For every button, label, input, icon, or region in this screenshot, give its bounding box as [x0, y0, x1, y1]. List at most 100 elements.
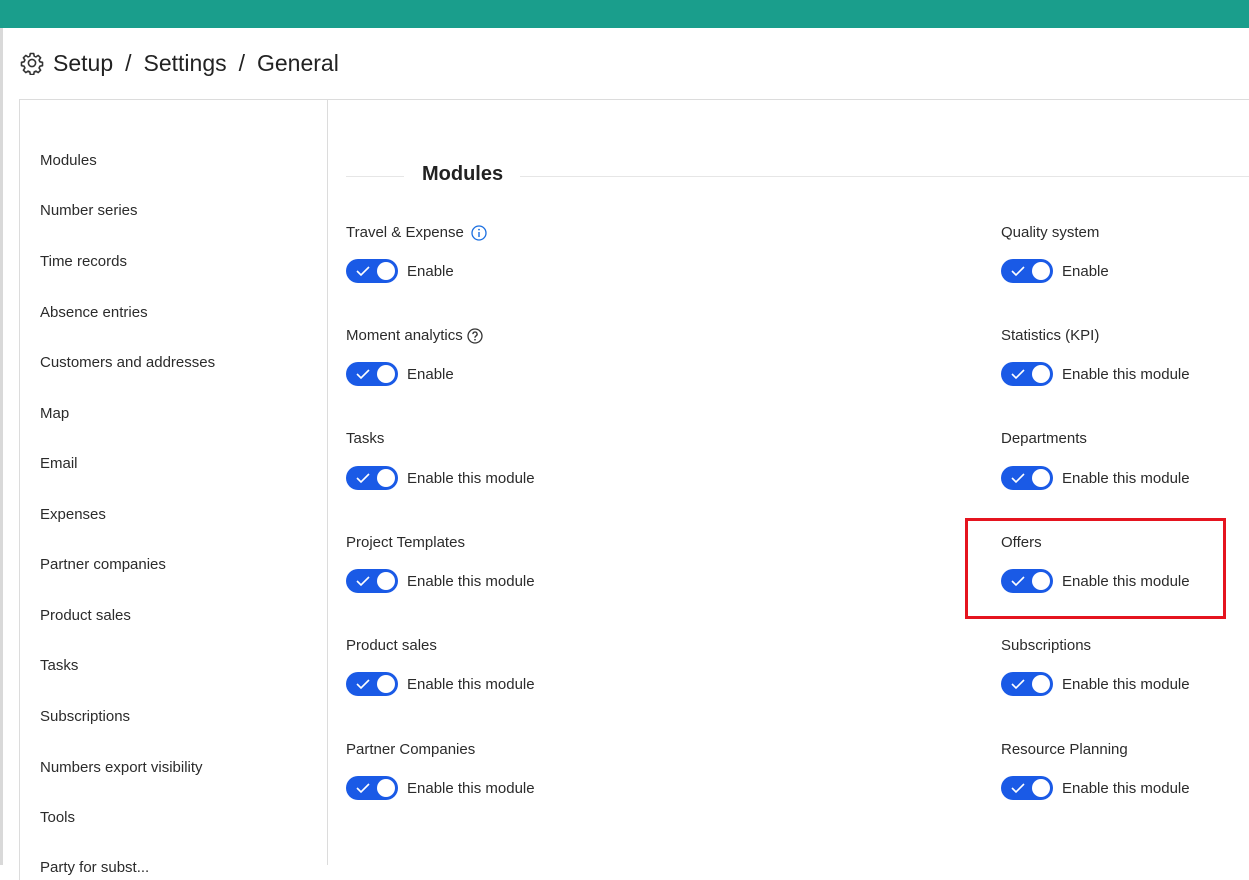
toggle-knob [1032, 262, 1050, 280]
toggle-knob [377, 779, 395, 797]
toggle-label: Enable this module [1062, 675, 1190, 693]
sidebar-item-absence-entries[interactable]: Absence entries [40, 304, 148, 321]
sidebar-item-number-series[interactable]: Number series [40, 202, 138, 219]
left-edge-divider [0, 28, 3, 865]
module-label-statistics-kpi: Statistics (KPI) [1001, 327, 1099, 344]
toggle-moment-analytics[interactable]: Enable [346, 362, 454, 386]
info-icon[interactable] [471, 224, 487, 241]
module-name: Resource Planning [1001, 741, 1128, 758]
breadcrumb: Setup / Settings / General [20, 47, 339, 79]
sidebar-item-product-sales[interactable]: Product sales [40, 607, 131, 624]
toggle-knob [377, 262, 395, 280]
toggle-label: Enable this module [407, 572, 535, 590]
check-icon [356, 369, 370, 380]
sidebar-item-map[interactable]: Map [40, 405, 69, 422]
sidebar-item-partner-companies[interactable]: Partner companies [40, 556, 166, 573]
toggle-knob [1032, 365, 1050, 383]
toggle-knob [377, 365, 395, 383]
sidebar-item-subscriptions[interactable]: Subscriptions [40, 708, 130, 725]
toggle-switch[interactable] [346, 466, 398, 490]
module-name: Subscriptions [1001, 637, 1092, 654]
section-divider [346, 176, 404, 177]
sidebar-item-time-records[interactable]: Time records [40, 253, 127, 270]
highlight-box [965, 518, 1226, 619]
sidebar-item-expenses[interactable]: Expenses [40, 506, 106, 523]
toggle-resource-planning[interactable]: Enable this module [1001, 776, 1190, 800]
toggle-switch[interactable] [1001, 466, 1053, 490]
toggle-tasks[interactable]: Enable this module [346, 466, 535, 490]
module-label-project-templates: Project Templates [346, 534, 465, 551]
toggle-statistics-kpi[interactable]: Enable this module [1001, 362, 1190, 386]
toggle-label: Enable [1062, 262, 1109, 280]
toggle-product-sales[interactable]: Enable this module [346, 672, 535, 696]
toggle-switch[interactable] [1001, 259, 1053, 283]
section-divider [520, 176, 1249, 177]
toggle-label: Enable [407, 365, 454, 383]
module-name: Tasks [346, 430, 385, 447]
module-label-tasks: Tasks [346, 430, 384, 447]
sidebar-item-numbers-export-visibility[interactable]: Numbers export visibility [40, 759, 203, 776]
breadcrumb-settings[interactable]: Settings [144, 50, 227, 77]
sidebar-item-customers-addresses[interactable]: Customers and addresses [40, 354, 215, 371]
module-name: Statistics (KPI) [1001, 327, 1100, 344]
breadcrumb-general: General [257, 49, 339, 76]
toggle-switch[interactable] [1001, 776, 1053, 800]
toggle-label: Enable this module [407, 469, 535, 487]
toggle-departments[interactable]: Enable this module [1001, 466, 1190, 490]
sidebar-item-modules[interactable]: Modules [40, 152, 97, 169]
toggle-label: Enable [407, 262, 454, 280]
sidebar-item-email[interactable]: Email [40, 455, 78, 472]
check-icon [1011, 473, 1025, 484]
toggle-switch[interactable] [346, 776, 398, 800]
module-name: Partner Companies [346, 741, 476, 758]
toggle-travel-expense[interactable]: Enable [346, 259, 454, 283]
check-icon [356, 266, 370, 277]
module-label-partner-companies: Partner Companies [346, 741, 475, 758]
module-name: Moment analytics [346, 327, 463, 344]
gear-icon [20, 51, 44, 75]
toggle-label: Enable this module [407, 675, 535, 693]
check-icon [356, 473, 370, 484]
toggle-switch[interactable] [346, 569, 398, 593]
toggle-label: Enable this module [1062, 779, 1190, 797]
check-icon [1011, 266, 1025, 277]
check-icon [356, 679, 370, 690]
toggle-knob [377, 469, 395, 487]
toggle-switch[interactable] [1001, 672, 1053, 696]
module-label-product-sales: Product sales [346, 637, 437, 654]
sidebar-item-party[interactable]: Party for subst... [40, 859, 149, 876]
module-name: Travel & Expense [346, 224, 464, 241]
toggle-subscriptions[interactable]: Enable this module [1001, 672, 1190, 696]
toggle-label: Enable this module [1062, 365, 1190, 383]
toggle-knob [1032, 675, 1050, 693]
settings-sidebar: Modules Number series Time records Absen… [19, 100, 328, 876]
help-icon[interactable] [467, 327, 483, 344]
check-icon [356, 576, 370, 587]
toggle-quality-system[interactable]: Enable [1001, 259, 1109, 283]
toggle-switch[interactable] [346, 259, 398, 283]
module-label-quality-system: Quality system [1001, 224, 1099, 241]
breadcrumb-setup[interactable]: Setup [53, 50, 113, 77]
module-name: Quality system [1001, 224, 1100, 241]
section-title: Modules [422, 163, 504, 185]
toggle-label: Enable this module [407, 779, 535, 797]
module-label-departments: Departments [1001, 430, 1087, 447]
toggle-switch[interactable] [346, 672, 398, 696]
toggle-knob [1032, 779, 1050, 797]
module-label-resource-planning: Resource Planning [1001, 741, 1128, 758]
toggle-knob [1032, 469, 1050, 487]
check-icon [1011, 679, 1025, 690]
sidebar-item-tasks[interactable]: Tasks [40, 657, 78, 674]
breadcrumb-separator: / [125, 49, 132, 76]
toggle-switch[interactable] [346, 362, 398, 386]
toggle-knob [377, 572, 395, 590]
module-name: Departments [1001, 430, 1087, 447]
toggle-switch[interactable] [1001, 362, 1053, 386]
toggle-label: Enable this module [1062, 469, 1190, 487]
check-icon [1011, 783, 1025, 794]
module-name: Project Templates [346, 534, 465, 551]
module-label-travel-expense: Travel & Expense [346, 224, 487, 241]
sidebar-item-tools[interactable]: Tools [40, 809, 75, 826]
toggle-partner-companies[interactable]: Enable this module [346, 776, 535, 800]
toggle-project-templates[interactable]: Enable this module [346, 569, 535, 593]
